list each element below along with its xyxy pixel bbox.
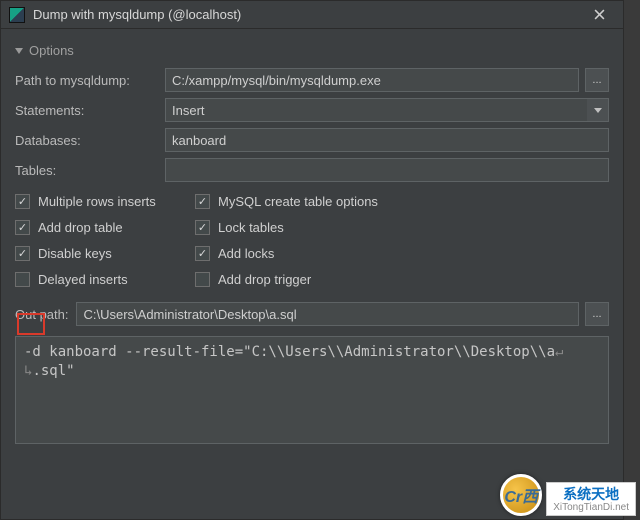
databases-input[interactable] [165,128,609,152]
check-add-drop-trigger[interactable]: Add drop trigger [195,266,609,292]
check-mysql-create-table[interactable]: MySQL create table options [195,188,609,214]
statements-value[interactable] [165,98,587,122]
check-label: Add locks [218,246,274,261]
outpath-browse-button[interactable]: ... [585,302,609,326]
options-section-header[interactable]: Options [15,43,609,58]
close-button[interactable] [583,1,615,28]
checkbox-icon [15,246,30,261]
title-bar: Dump with mysqldump (@localhost) [1,1,623,29]
chevron-down-icon [587,98,609,122]
checks-col-left: Multiple rows inserts Add drop table Dis… [15,188,195,292]
checkbox-icon [15,272,30,287]
tables-input[interactable] [165,158,609,182]
dialog-content: Options Path to mysqldump: ... Statement… [1,29,623,456]
check-label: Lock tables [218,220,284,235]
checkbox-icon [195,246,210,261]
row-statements: Statements: [15,98,609,122]
line-wrap-icon: ↵ [555,344,563,360]
check-label: Disable keys [38,246,112,261]
app-icon [9,7,25,23]
checkbox-icon [15,220,30,235]
outpath-input[interactable] [76,302,579,326]
path-label: Path to mysqldump: [15,73,165,88]
chevron-down-icon [15,48,23,54]
check-delayed-inserts[interactable]: Delayed inserts [15,266,195,292]
check-label: Add drop trigger [218,272,311,287]
outpath-label: Out path: [15,307,68,322]
cmd-line-2: .sql" [32,363,74,379]
statements-select[interactable] [165,98,609,122]
dialog-window: Dump with mysqldump (@localhost) Options… [0,0,624,520]
row-databases: Databases: [15,128,609,152]
check-label: MySQL create table options [218,194,378,209]
window-title: Dump with mysqldump (@localhost) [33,7,583,22]
tables-label: Tables: [15,163,165,178]
check-lock-tables[interactable]: Lock tables [195,214,609,240]
checkbox-icon [195,272,210,287]
check-label: Delayed inserts [38,272,128,287]
databases-label: Databases: [15,133,165,148]
checkbox-icon [15,194,30,209]
options-label: Options [29,43,74,58]
path-browse-button[interactable]: ... [585,68,609,92]
check-add-drop-table[interactable]: Add drop table [15,214,195,240]
close-icon [594,9,605,20]
row-path: Path to mysqldump: ... [15,68,609,92]
command-preview[interactable]: -d kanboard --result-file="C:\\Users\\Ad… [15,336,609,444]
checks-col-right: MySQL create table options Lock tables A… [195,188,609,292]
row-outpath: Out path: ... [15,302,609,326]
check-label: Add drop table [38,220,123,235]
check-add-locks[interactable]: Add locks [195,240,609,266]
checkbox-grid: Multiple rows inserts Add drop table Dis… [15,188,609,292]
check-multiple-rows-inserts[interactable]: Multiple rows inserts [15,188,195,214]
path-input[interactable] [165,68,579,92]
statements-label: Statements: [15,103,165,118]
check-label: Multiple rows inserts [38,194,156,209]
cmd-line-1: -d kanboard --result-file="C:\\Users\\Ad… [24,344,555,360]
row-tables: Tables: [15,158,609,182]
checkbox-icon [195,220,210,235]
check-disable-keys[interactable]: Disable keys [15,240,195,266]
right-strip [624,0,640,520]
checkbox-icon [195,194,210,209]
